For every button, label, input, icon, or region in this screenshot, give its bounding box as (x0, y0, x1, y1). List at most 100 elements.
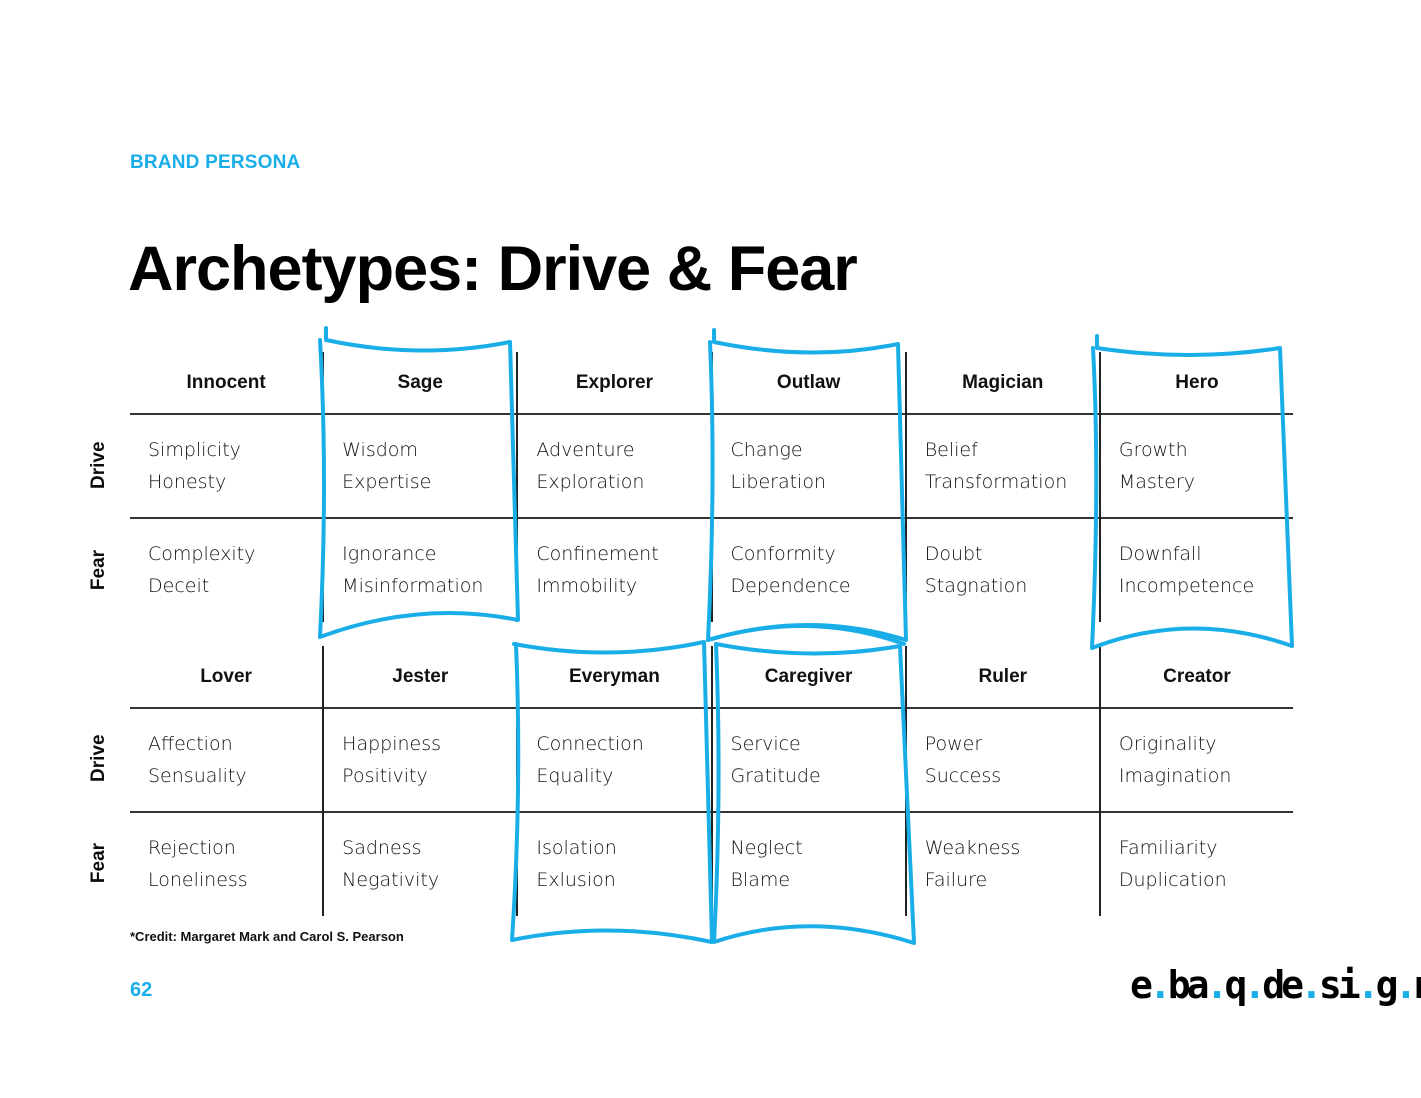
archetype-name: Sage (397, 372, 443, 393)
fear-cell: Rejection Loneliness (130, 812, 322, 916)
logo-dot: . (1356, 963, 1380, 1007)
row-label-fear-1: Fear (88, 549, 109, 591)
fear-item: Exlusion (536, 869, 616, 891)
drive-cell: Wisdom Expertise (324, 414, 516, 518)
drive-item: Liberation (730, 471, 826, 493)
archetype-name: Jester (392, 666, 449, 687)
logo-char: e (1281, 963, 1304, 1007)
logo-char: d (1262, 963, 1285, 1007)
archetype-column: Explorer Adventure Exploration Confinemen… (516, 352, 710, 622)
logo-char: b (1167, 963, 1191, 1007)
fear-item: Conformity (730, 543, 836, 565)
drive-item: Adventure (536, 439, 635, 461)
fear-item: Stagnation (924, 575, 1028, 597)
archetype-column: Ruler Power Success Weakness Failure (904, 646, 1099, 916)
drive-cell: Happiness Positivity (324, 708, 516, 812)
brand-logo: e.ba.q.de.si.g.n (1130, 963, 1421, 1007)
drive-item: Expertise (342, 471, 432, 493)
drive-cell: Adventure Exploration (518, 414, 710, 518)
fear-item: Duplication (1118, 869, 1227, 891)
drive-item: Service (730, 733, 801, 755)
drive-item: Originality (1118, 733, 1217, 755)
drive-item: Positivity (342, 765, 428, 787)
fear-item: Deceit (148, 575, 210, 597)
fear-cell: Ignorance Misinformation (324, 518, 516, 622)
fear-item: Sadness (342, 837, 422, 859)
fear-cell: Downfall Incompetence (1101, 518, 1293, 622)
fear-cell: Sadness Negativity (324, 812, 516, 916)
drive-cell: Affection Sensuality (130, 708, 322, 812)
drive-cell: Change Liberation (713, 414, 905, 518)
drive-item: Gratitude (730, 765, 821, 787)
archetype-name: Innocent (186, 372, 266, 393)
drive-cell: Service Gratitude (713, 708, 905, 812)
fear-item: Familiarity (1118, 837, 1218, 859)
fear-item: Rejection (148, 837, 236, 859)
logo-char: s (1318, 963, 1342, 1007)
drive-item: Success (924, 765, 1002, 787)
drive-item: Belief (924, 439, 978, 461)
archetype-column: Sage Wisdom Expertise Ignorance Misinforma… (322, 352, 516, 622)
drive-item: Connection (536, 733, 644, 755)
archetype-name: Hero (1175, 372, 1219, 393)
drive-item: Exploration (536, 471, 645, 493)
archetype-column: Hero Growth Mastery Downfall Incompetence (1098, 352, 1293, 622)
logo-char: q (1224, 963, 1247, 1007)
drive-cell: Connection Equality (518, 708, 710, 812)
logo-dot: . (1394, 963, 1417, 1007)
drive-item: Transformation (924, 471, 1068, 493)
row-label-fear-2: Fear (88, 842, 109, 884)
logo-char: n (1413, 963, 1421, 1007)
drive-item: Equality (536, 765, 614, 787)
archetype-name: Lover (200, 666, 252, 687)
drive-item: Sensuality (148, 765, 247, 787)
fear-item: Isolation (536, 837, 617, 859)
fear-cell: Complexity Deceit (130, 518, 322, 622)
logo-char: e (1130, 963, 1153, 1007)
archetype-name: Outlaw (776, 372, 841, 393)
fear-item: Complexity (148, 543, 256, 565)
archetype-name: Magician (962, 372, 1044, 393)
drive-cell: Power Success (907, 708, 1099, 812)
archetype-name: Caregiver (764, 666, 853, 687)
fear-item: Downfall (1118, 543, 1202, 565)
drive-item: Affection (148, 733, 233, 755)
drive-item: Simplicity (148, 439, 241, 461)
fear-item: Doubt (924, 543, 983, 565)
fear-item: Neglect (730, 837, 803, 859)
fear-item: Failure (924, 869, 988, 891)
fear-item: Weakness (924, 837, 1021, 859)
section-eyebrow: BRAND PERSONA (130, 152, 301, 173)
drive-cell: Belief Transformation (907, 414, 1099, 518)
fear-cell: Neglect Blame (713, 812, 905, 916)
drive-item: Change (730, 439, 803, 461)
fear-cell: Doubt Stagnation (907, 518, 1099, 622)
logo-dot: . (1205, 963, 1229, 1007)
archetype-name: Everyman (569, 666, 660, 687)
page-title: Archetypes: Drive & Fear (128, 234, 858, 304)
archetype-grid-2: Lover Affection Sensuality Rejection Lonel… (130, 646, 1293, 916)
credit-note: *Credit: Margaret Mark and Carol S. Pear… (130, 929, 404, 944)
logo-char: a (1186, 963, 1210, 1007)
fear-item: Dependence (730, 575, 851, 597)
drive-item: Honesty (148, 471, 227, 493)
drive-item: Imagination (1118, 765, 1232, 787)
logo-char: i (1337, 963, 1361, 1007)
row-label-drive-1: Drive (88, 441, 109, 489)
fear-cell: Weakness Failure (907, 812, 1099, 916)
drive-cell: Simplicity Honesty (130, 414, 322, 518)
fear-cell: Isolation Exlusion (518, 812, 710, 916)
drive-item: Power (924, 733, 983, 755)
archetype-name: Ruler (978, 666, 1028, 687)
fear-item: Negativity (342, 869, 440, 891)
archetype-column: Outlaw Change Liberation Conformity Depend… (710, 352, 905, 622)
archetype-column: Innocent Simplicity Honesty Complexity Dec… (130, 352, 322, 622)
archetype-name: Creator (1163, 666, 1231, 687)
highlight-connector-caregiver (706, 623, 906, 646)
fear-item: Blame (730, 869, 791, 891)
fear-item: Immobility (536, 575, 638, 597)
archetype-grid-1: Innocent Simplicity Honesty Complexity Dec… (130, 352, 1293, 622)
drive-cell: Originality Imagination (1101, 708, 1293, 812)
fear-cell: Familiarity Duplication (1101, 812, 1293, 916)
archetype-column: Everyman Connection Equality Isolation Exl… (516, 646, 710, 916)
